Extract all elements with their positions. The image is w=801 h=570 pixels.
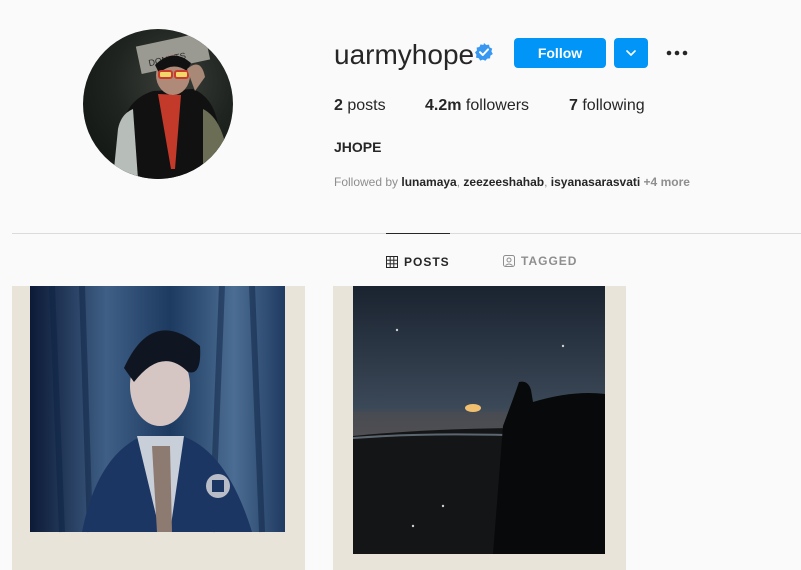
followers-stat[interactable]: 4.2m followers: [425, 97, 529, 115]
avatar-image: DONUTS: [113, 32, 233, 179]
more-options-button[interactable]: [664, 40, 692, 66]
verified-badge-icon: [474, 42, 494, 62]
followers-count: 4.2m: [425, 97, 462, 114]
grid-icon: [386, 255, 398, 268]
follow-button[interactable]: Follow: [514, 38, 606, 68]
following-label: following: [582, 97, 645, 114]
followers-label: followers: [465, 97, 530, 114]
followed-by-user[interactable]: lunamaya: [401, 175, 456, 189]
followed-by-user[interactable]: zeezeeshahab: [463, 175, 544, 189]
post-image: [12, 286, 305, 570]
followed-by: Followed by lunamaya, zeezeeshahab, isya…: [334, 175, 690, 189]
followed-by-more[interactable]: +4 more: [644, 175, 690, 189]
chevron-down-icon: [626, 50, 636, 56]
following-stat[interactable]: 7 following: [569, 97, 645, 115]
post-thumbnail[interactable]: [12, 286, 305, 570]
username: uarmyhope: [334, 39, 475, 70]
following-count: 7: [569, 97, 578, 114]
more-horizontal-icon: [666, 50, 688, 56]
tagged-icon: [503, 254, 515, 267]
followed-by-prefix: Followed by: [334, 175, 399, 189]
tab-posts[interactable]: POSTS: [386, 233, 450, 289]
posts-label: posts: [347, 97, 386, 114]
tab-posts-label: POSTS: [404, 254, 450, 269]
full-name: JHOPE: [334, 139, 382, 155]
tab-tagged-label: TAGGED: [521, 253, 578, 268]
suggested-dropdown-button[interactable]: [614, 38, 648, 68]
profile-avatar[interactable]: DONUTS: [83, 29, 233, 179]
tab-tagged[interactable]: TAGGED: [503, 233, 577, 288]
posts-stat: 2 posts: [334, 97, 386, 115]
post-thumbnail[interactable]: [333, 286, 626, 570]
post-image: [333, 286, 626, 570]
posts-count: 2: [334, 97, 343, 114]
followed-by-user[interactable]: isyanasarasvati: [551, 175, 640, 189]
